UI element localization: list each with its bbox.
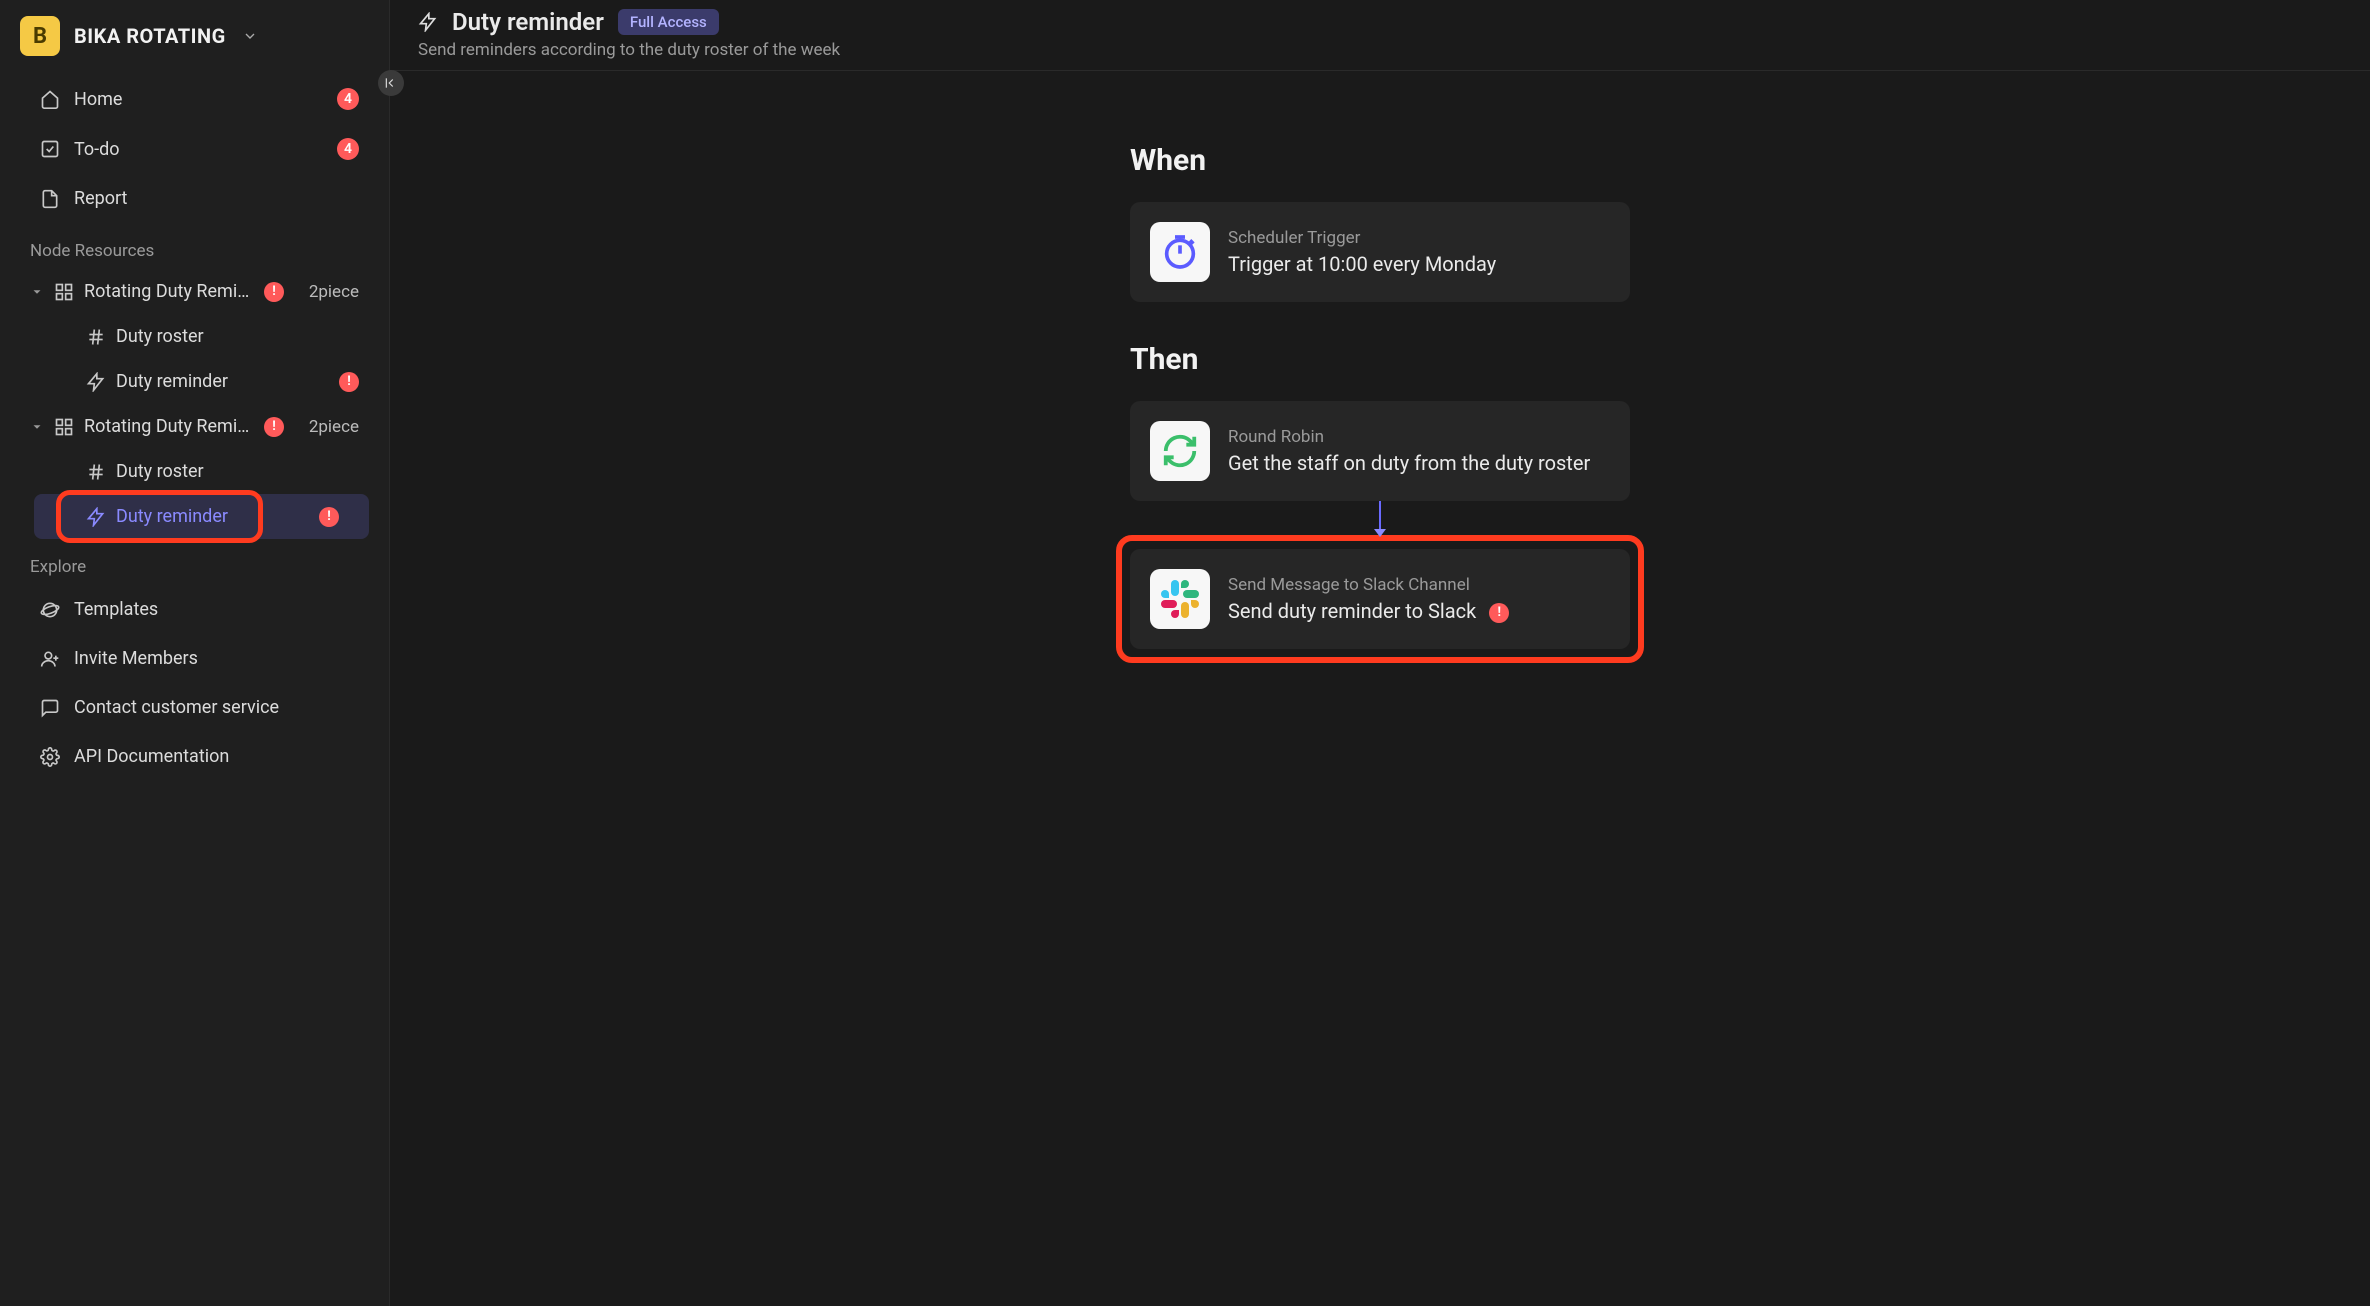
bolt-icon (86, 372, 106, 392)
user-plus-icon (40, 649, 60, 669)
hash-icon (86, 327, 106, 347)
slack-type-label: Send Message to Slack Channel (1228, 575, 1610, 595)
planet-icon (40, 600, 60, 620)
when-heading: When (1130, 143, 1630, 178)
main-area: Duty reminder Full Access Send reminders… (390, 0, 2370, 1306)
section-resources-label: Node Resources (0, 223, 389, 269)
bolt-icon (86, 507, 106, 527)
page-header: Duty reminder Full Access Send reminders… (390, 0, 2370, 71)
nav-home[interactable]: Home 4 (0, 74, 389, 124)
access-badge[interactable]: Full Access (618, 9, 719, 35)
section-explore-label: Explore (0, 539, 389, 585)
nav-report-label: Report (74, 188, 359, 209)
nav-todo[interactable]: To-do 4 (0, 124, 389, 174)
nav-todo-badge: 4 (337, 138, 359, 160)
trigger-desc: Trigger at 10:00 every Monday (1228, 252, 1610, 276)
round-robin-desc: Get the staff on duty from the duty rost… (1228, 451, 1610, 475)
nav-invite-label: Invite Members (74, 648, 359, 669)
bolt-icon (418, 12, 438, 32)
tree-group-2-count: 2piece (309, 417, 359, 437)
tree-group-2-reminder[interactable]: Duty reminder ! (34, 494, 369, 539)
sidebar: B BIKA ROTATING Home 4 To-do 4 Report No… (0, 0, 390, 1306)
gear-icon (40, 747, 60, 767)
tree-group-2-reminder-label: Duty reminder (116, 506, 228, 527)
chevron-down-icon (30, 285, 44, 299)
nav-home-badge: 4 (337, 88, 359, 110)
collapse-icon (384, 76, 398, 90)
tree-group-1-label: Rotating Duty Remin… (84, 281, 254, 302)
round-robin-step[interactable]: Round Robin Get the staff on duty from t… (1130, 401, 1630, 501)
workspace-avatar: B (20, 16, 60, 56)
warning-icon: ! (319, 507, 339, 527)
tree-group-1-roster[interactable]: Duty roster (0, 314, 389, 359)
nav-templates[interactable]: Templates (0, 585, 389, 634)
round-robin-type-label: Round Robin (1228, 427, 1610, 447)
slack-step[interactable]: Send Message to Slack Channel Send duty … (1130, 549, 1630, 649)
tree-group-1-count: 2piece (309, 282, 359, 302)
chat-icon (40, 698, 60, 718)
chevron-down-icon (30, 420, 44, 434)
flow-connector (1130, 501, 1630, 535)
nav-support[interactable]: Contact customer service (0, 683, 389, 732)
tree-group-2[interactable]: Rotating Duty Remin… ! 2piece (0, 404, 389, 449)
hash-icon (86, 462, 106, 482)
slack-icon (1150, 569, 1210, 629)
trigger-step[interactable]: Scheduler Trigger Trigger at 10:00 every… (1130, 202, 1630, 302)
flow-canvas[interactable]: When Scheduler Trigger Trigger at 10:00 … (390, 71, 2370, 1306)
collapse-sidebar-button[interactable] (378, 70, 404, 96)
nav-todo-label: To-do (74, 139, 323, 160)
warning-icon: ! (1489, 603, 1509, 623)
tree-group-2-roster[interactable]: Duty roster (0, 449, 389, 494)
tree-group-1-reminder[interactable]: Duty reminder ! (0, 359, 389, 404)
nav-api-docs-label: API Documentation (74, 746, 359, 767)
then-heading: Then (1130, 342, 1630, 377)
slack-desc-text: Send duty reminder to Slack (1228, 599, 1476, 623)
slack-desc: Send duty reminder to Slack ! (1228, 599, 1610, 623)
nav-api-docs[interactable]: API Documentation (0, 732, 389, 781)
nav-templates-label: Templates (74, 599, 359, 620)
grid-icon (54, 417, 74, 437)
nav-invite[interactable]: Invite Members (0, 634, 389, 683)
page-title: Duty reminder (452, 8, 604, 36)
tree-group-2-label: Rotating Duty Remin… (84, 416, 254, 437)
chevron-down-icon (242, 28, 258, 44)
workspace-name: BIKA ROTATING (74, 24, 226, 48)
checkbox-icon (40, 139, 60, 159)
nav-home-label: Home (74, 89, 323, 110)
nav-support-label: Contact customer service (74, 697, 359, 718)
warning-icon: ! (339, 372, 359, 392)
document-icon (40, 189, 60, 209)
tree-group-1-reminder-label: Duty reminder (116, 371, 228, 392)
arrow-down-icon (1374, 529, 1386, 537)
tree-group-2-roster-label: Duty roster (116, 461, 204, 482)
warning-icon: ! (264, 282, 284, 302)
tree-group-1-roster-label: Duty roster (116, 326, 204, 347)
refresh-icon (1150, 421, 1210, 481)
timer-icon (1150, 222, 1210, 282)
home-icon (40, 89, 60, 109)
nav-report[interactable]: Report (0, 174, 389, 223)
workspace-switcher[interactable]: B BIKA ROTATING (0, 8, 389, 74)
annotation-highlight: Send Message to Slack Channel Send duty … (1116, 535, 1644, 663)
trigger-type-label: Scheduler Trigger (1228, 228, 1610, 248)
tree-group-1[interactable]: Rotating Duty Remin… ! 2piece (0, 269, 389, 314)
grid-icon (54, 282, 74, 302)
page-subtitle: Send reminders according to the duty ros… (418, 40, 2342, 60)
warning-icon: ! (264, 417, 284, 437)
